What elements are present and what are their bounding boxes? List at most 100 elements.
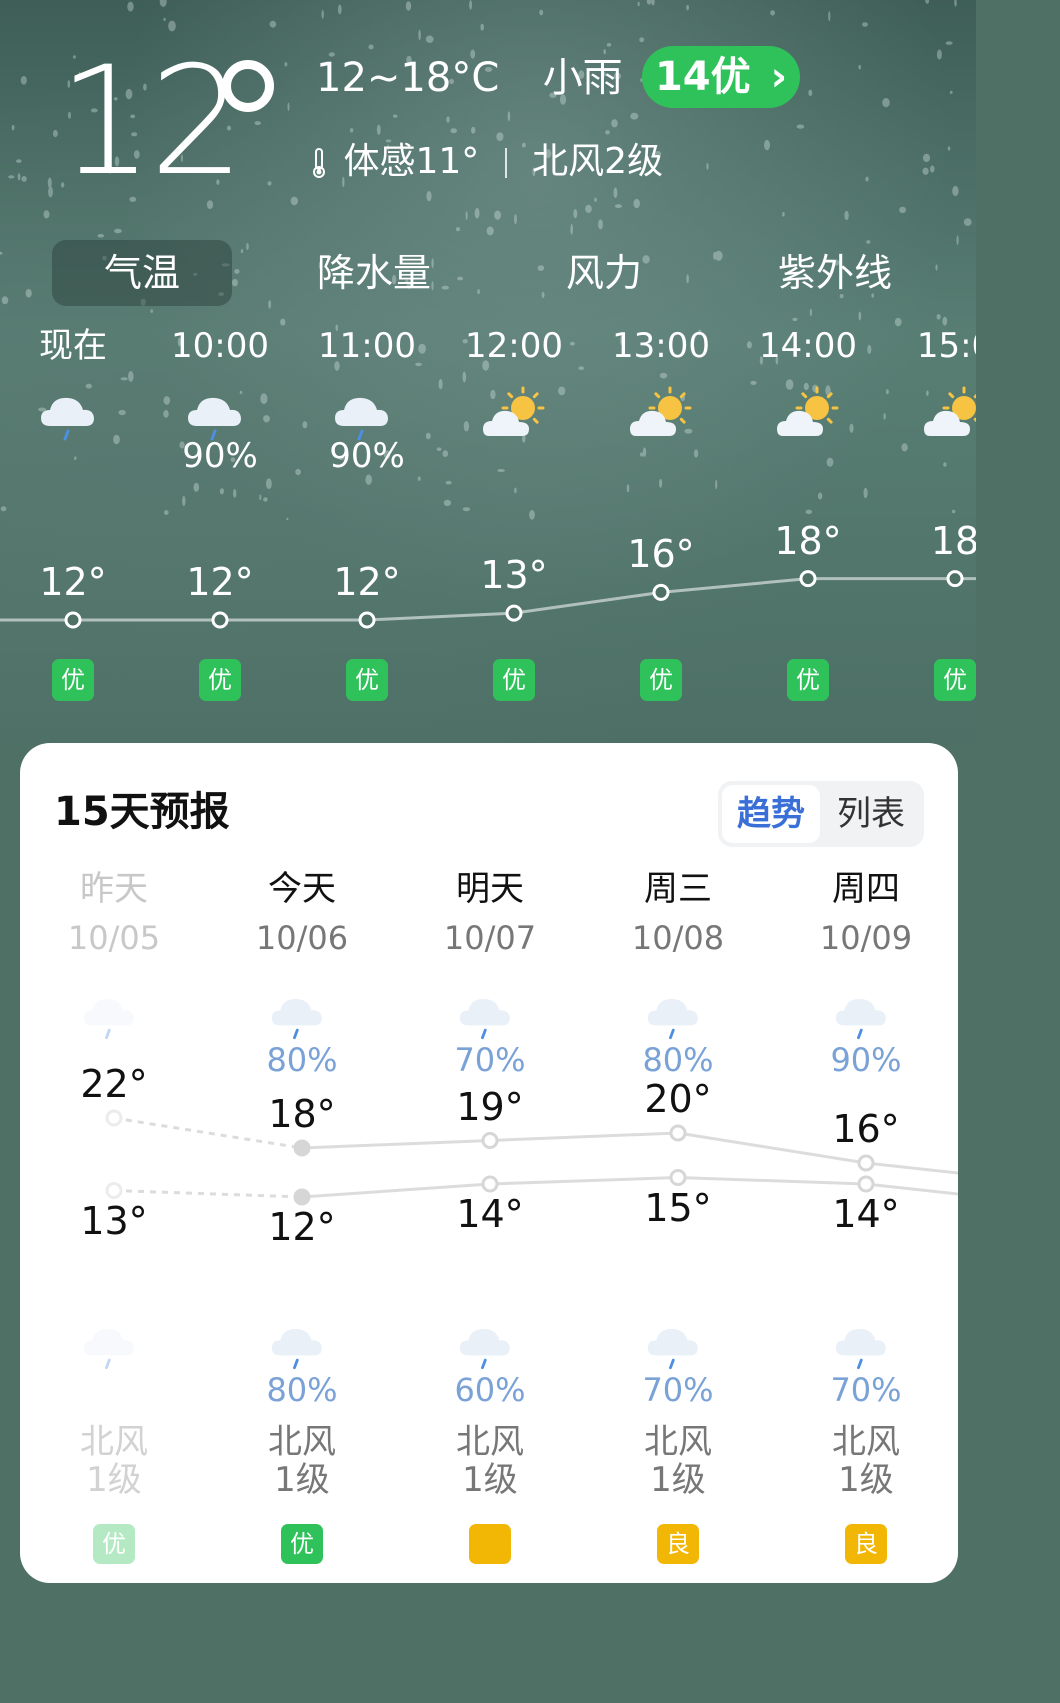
tab-precipitation[interactable]: 降水量 [294, 240, 454, 306]
hourly-forecast[interactable]: 现在 12° 优 10:00 90% 12° 优 11:00 90% 12° 优 12:00 13° 优 1… [0, 326, 976, 726]
day-aqi-badge: 良 [657, 1524, 699, 1564]
hour-temperature: 18° [774, 518, 842, 563]
raindrop [925, 0, 930, 4]
day-weather-icon [645, 987, 711, 1045]
day-wind-direction: 北风 [832, 1422, 900, 1462]
night-weather-icon [645, 1317, 711, 1375]
raindrop [594, 197, 597, 202]
low-temp-point [293, 1188, 311, 1206]
day-column[interactable]: 明天 10/07 70% 19° 14° 60% 北风 1级 [397, 869, 583, 1564]
raindrop [899, 206, 907, 214]
raindrop [418, 29, 421, 41]
raindrop [393, 114, 398, 118]
rain-cloud-icon [271, 1328, 322, 1370]
raindrop [651, 0, 655, 6]
day-column[interactable]: 周三 10/08 80% 20° 15° 70% 北风 1级良 [585, 869, 771, 1564]
raindrop [936, 49, 942, 60]
day-aqi-badge: 优 [281, 1524, 323, 1564]
raindrop [8, 175, 15, 179]
day-high-temp: 16° [832, 1107, 900, 1151]
day-column[interactable]: 周四 10/09 90% 16° 14° 70% 北风 1级良 [773, 869, 959, 1564]
raindrop [614, 204, 622, 209]
rain-cloud-icon [647, 1328, 698, 1370]
low-temp-point [481, 1175, 499, 1193]
low-temp-point [669, 1169, 687, 1186]
raindrop [646, 0, 652, 5]
low-temp-segment [113, 1189, 303, 1199]
raindrop [150, 309, 153, 313]
hour-column: 11:00 90% 12° 优 [307, 326, 427, 701]
day-wind-level: 1级 [838, 1460, 894, 1500]
day-column[interactable]: 今天 10/06 80% 18° 12° 80% 北风 1级优 [209, 869, 395, 1564]
aqi-label: 14优 [654, 54, 751, 100]
raindrop [507, 111, 511, 122]
partly-cloudy-icon [483, 386, 545, 436]
day-wind-direction: 北风 [644, 1422, 712, 1462]
rain-cloud-icon [271, 998, 322, 1040]
day-high-temp: 19° [456, 1084, 524, 1129]
raindrop [405, 1, 412, 11]
raindrop [474, 207, 480, 219]
day-high-temp: 22° [80, 1062, 148, 1106]
day-date: 10/09 [819, 919, 913, 957]
partly-cloudy-icon [630, 386, 692, 436]
partly-cloudy-icon [773, 386, 843, 446]
list-view-button[interactable]: 列表 [822, 785, 920, 843]
raindrop [349, 128, 354, 133]
night-weather-icon [833, 1317, 899, 1375]
hour-aqi-badge: 优 [787, 659, 829, 701]
raindrop [630, 112, 639, 120]
raindrop [267, 181, 272, 186]
hour-time: 13:00 [612, 326, 710, 366]
raindrop [844, 210, 849, 221]
raindrop [611, 119, 618, 128]
raindrop [858, 311, 862, 321]
low-temp-segment [677, 1176, 867, 1186]
day-name: 明天 [456, 869, 524, 909]
night-precip-probability: 80% [266, 1371, 338, 1409]
day-weather-icon [457, 987, 523, 1045]
day-wind-level: 1级 [462, 1460, 518, 1500]
high-temp-point [857, 1154, 875, 1172]
day-weather-icon [833, 987, 899, 1045]
partly-cloudy-icon [479, 386, 549, 446]
trend-view-button[interactable]: 趋势 [722, 785, 820, 843]
hour-aqi-badge: 优 [346, 659, 388, 701]
partly-cloudy-icon [924, 386, 976, 436]
raindrop [368, 44, 374, 50]
rain-cloud-icon [41, 397, 94, 441]
day-weather-icon [269, 987, 335, 1045]
aqi-button[interactable]: 14优 › [642, 46, 800, 108]
high-temp-segment [865, 1161, 958, 1175]
raindrop [809, 308, 813, 317]
low-temp-point [105, 1182, 123, 1199]
temperature-range-condition: 12~18°C 小雨 [316, 52, 623, 104]
day-precip-probability: 80% [266, 1041, 338, 1079]
night-precip-probability: 70% [830, 1371, 902, 1409]
raindrop [465, 211, 468, 221]
feels-like: 体感11° [343, 141, 480, 182]
raindrop [114, 228, 122, 234]
fifteen-day-forecast-card: 15天预报 趋势 列表 昨天 10/05 22° 13° 北风 1级优今天 10/06 80%… [20, 743, 958, 1583]
tab-wind[interactable]: 风力 [534, 240, 674, 306]
feels-like-row: 体感11° 北风2级 [312, 138, 663, 186]
day-wind-level: 1级 [86, 1460, 142, 1500]
raindrop [637, 1, 640, 7]
raindrop [922, 167, 929, 175]
tab-temperature[interactable]: 气温 [52, 240, 232, 306]
raindrop [942, 316, 948, 326]
raindrop [514, 214, 517, 225]
rain-cloud-icon [459, 1328, 510, 1370]
high-temp-point [293, 1139, 311, 1157]
raindrop [605, 130, 610, 135]
raindrop [471, 126, 476, 134]
day-date: 10/08 [631, 919, 725, 957]
raindrop [321, 9, 324, 19]
raindrop [570, 223, 573, 235]
raindrop [930, 165, 935, 173]
night-precip-probability: 70% [642, 1371, 714, 1409]
view-toggle: 趋势 列表 [718, 781, 924, 847]
tab-uv[interactable]: 紫外线 [760, 240, 910, 306]
day-column[interactable]: 昨天 10/05 22° 13° 北风 1级优 [21, 869, 207, 1564]
night-weather-icon [81, 1317, 147, 1375]
